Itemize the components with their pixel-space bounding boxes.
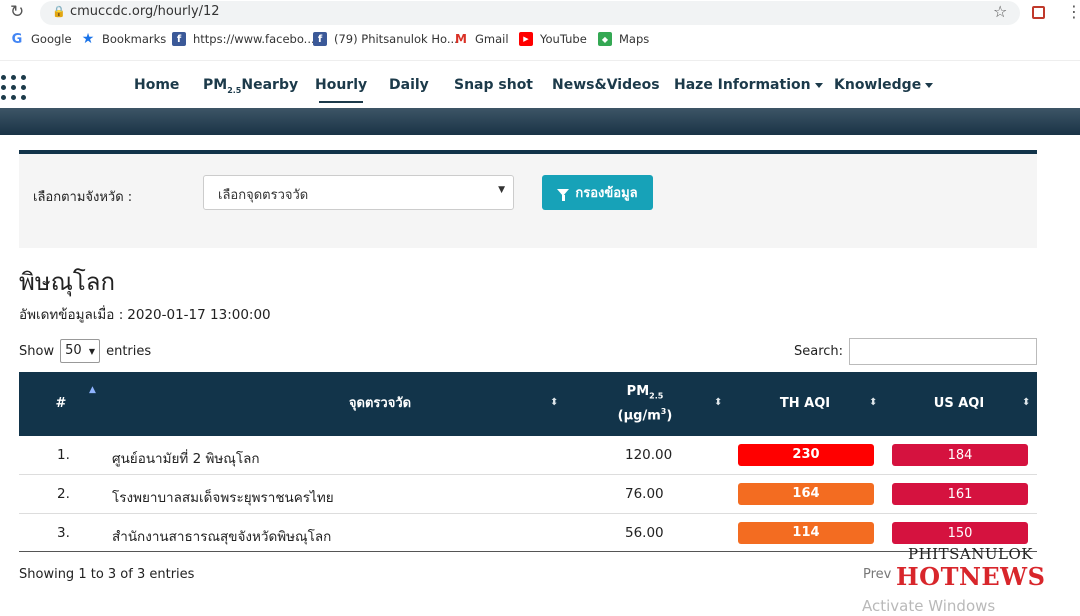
caret-down-icon: [814, 82, 823, 88]
nav-hourly[interactable]: Hourly: [315, 77, 367, 103]
lock-icon[interactable]: 🔒: [52, 5, 66, 18]
update-timestamp: อัพเดทข้อมูลเมื่อ :2020-01-17 13:00:00: [19, 307, 271, 323]
dropdown-arrow-icon: ▼: [88, 347, 96, 356]
page-title: พิษณุโลก: [19, 268, 116, 296]
sort-asc-icon[interactable]: ▲: [89, 385, 96, 395]
search-input[interactable]: [849, 338, 1037, 365]
column-header-th-aqi[interactable]: TH AQI: [729, 372, 881, 436]
column-header-station[interactable]: จุดตรวจวัด: [103, 372, 657, 436]
pagination-previous[interactable]: Prev: [863, 567, 891, 582]
url-text[interactable]: cmuccdc.org/hourly/12: [70, 4, 220, 19]
row-number: 1.: [57, 447, 70, 463]
bookmark-maps[interactable]: ◆ Maps: [598, 32, 649, 46]
entries-select[interactable]: 50 ▼: [60, 339, 101, 363]
browser-address-bar: ↻ 🔒 cmuccdc.org/hourly/12 ☆ ⋮: [0, 0, 1080, 26]
dropdown-arrow-icon: ▼: [498, 185, 505, 195]
nav-daily[interactable]: Daily: [389, 77, 429, 93]
bookmark-gmail[interactable]: M Gmail: [454, 32, 509, 46]
nav-haze-information[interactable]: Haze Information: [674, 77, 823, 93]
watermark-line2: HOTNEWS: [896, 562, 1046, 591]
facebook-icon: f: [313, 32, 327, 46]
search-label: Search:: [794, 344, 844, 359]
funnel-icon: [557, 189, 570, 201]
bookmark-bookmarks[interactable]: ★ Bookmarks: [81, 31, 167, 47]
menu-grid-icon[interactable]: [1, 75, 33, 105]
entries-length-control: Show 50 ▼ entries: [19, 339, 151, 363]
station-name: โรงพยาบาลสมเด็จพระยุพราชนครไทย: [112, 490, 334, 506]
nav-home[interactable]: Home: [134, 77, 179, 93]
row-number: 2.: [57, 486, 70, 502]
pm25-value: 120.00: [625, 447, 673, 463]
maps-icon: ◆: [598, 32, 612, 46]
gmail-icon: M: [455, 32, 467, 46]
google-icon: G: [11, 31, 23, 47]
column-header-number[interactable]: #: [19, 372, 103, 436]
pm25-value: 76.00: [625, 486, 664, 502]
nav-pm25-nearby[interactable]: PM2.5Nearby: [203, 77, 298, 95]
watermark-line1: PHITSANULOK: [908, 545, 1033, 563]
sort-icon[interactable]: ⬍: [714, 397, 722, 408]
bookmarks-bar: G Google ★ Bookmarks f https://www.faceb…: [0, 30, 1080, 54]
filter-button[interactable]: กรองข้อมูล: [542, 175, 653, 210]
province-filter-label: เลือกตามจังหวัด :: [33, 190, 133, 205]
site-navbar: Home PM2.5Nearby Hourly Daily Snap shot …: [0, 60, 1080, 108]
table-row: 3. สำนักงานสาธารณสุขจังหวัดพิษณุโลก 56.0…: [19, 514, 1037, 553]
th-aqi-badge: 164: [738, 483, 874, 505]
table-header: # ▲ จุดตรวจวัด ⬍ PM2.5 (µg/m3) ⬍ TH AQI ⬍…: [19, 372, 1037, 436]
us-aqi-badge: 150: [892, 522, 1028, 544]
star-icon: ★: [81, 31, 95, 47]
header-banner: [0, 108, 1080, 135]
bookmark-youtube[interactable]: ▶ YouTube: [519, 32, 587, 46]
nav-news-videos[interactable]: News&Videos: [552, 77, 660, 93]
sort-icon[interactable]: ⬍: [1022, 397, 1030, 408]
column-header-us-aqi[interactable]: US AQI: [883, 372, 1035, 436]
table-info: Showing 1 to 3 of 3 entries: [19, 567, 195, 582]
bookmark-star-icon[interactable]: ☆: [993, 2, 1007, 21]
sort-icon[interactable]: ⬍: [869, 397, 877, 408]
bookmark-facebook-2[interactable]: f (79) Phitsanulok Ho...: [313, 32, 458, 46]
nav-knowledge[interactable]: Knowledge: [834, 77, 934, 93]
bookmark-google[interactable]: G Google: [10, 31, 72, 47]
sort-icon[interactable]: ⬍: [550, 397, 558, 408]
browser-menu-icon[interactable]: ⋮: [1066, 2, 1080, 22]
reload-icon[interactable]: ↻: [10, 2, 24, 22]
us-aqi-badge: 161: [892, 483, 1028, 505]
filter-panel: เลือกตามจังหวัด : เลือกจุดตรวจวัด ▼ กรอง…: [19, 150, 1037, 248]
row-number: 3.: [57, 525, 70, 541]
station-name: ศูนย์อนามัยที่ 2 พิษณุโลก: [112, 451, 260, 467]
table-row: 1. ศูนย์อนามัยที่ 2 พิษณุโลก 120.00 230 …: [19, 436, 1037, 475]
table-row: 2. โรงพยาบาลสมเด็จพระยุพราชนครไทย 76.00 …: [19, 475, 1037, 514]
station-select[interactable]: เลือกจุดตรวจวัด ▼: [203, 175, 514, 210]
activate-windows-watermark: Activate Windows: [862, 597, 996, 615]
table-bottom-border: [19, 551, 1037, 552]
pm25-value: 56.00: [625, 525, 664, 541]
bookmark-facebook-1[interactable]: f https://www.facebo...: [172, 32, 315, 46]
station-name: สำนักงานสาธารณสุขจังหวัดพิษณุโลก: [112, 529, 332, 545]
extension-icon[interactable]: [1032, 6, 1045, 19]
th-aqi-badge: 114: [738, 522, 874, 544]
nav-snapshot[interactable]: Snap shot: [454, 77, 533, 93]
facebook-icon: f: [172, 32, 186, 46]
column-header-pm25[interactable]: PM2.5 (µg/m3): [579, 372, 711, 436]
th-aqi-badge: 230: [738, 444, 874, 466]
us-aqi-badge: 184: [892, 444, 1028, 466]
caret-down-icon: [925, 82, 934, 88]
youtube-icon: ▶: [519, 32, 533, 46]
